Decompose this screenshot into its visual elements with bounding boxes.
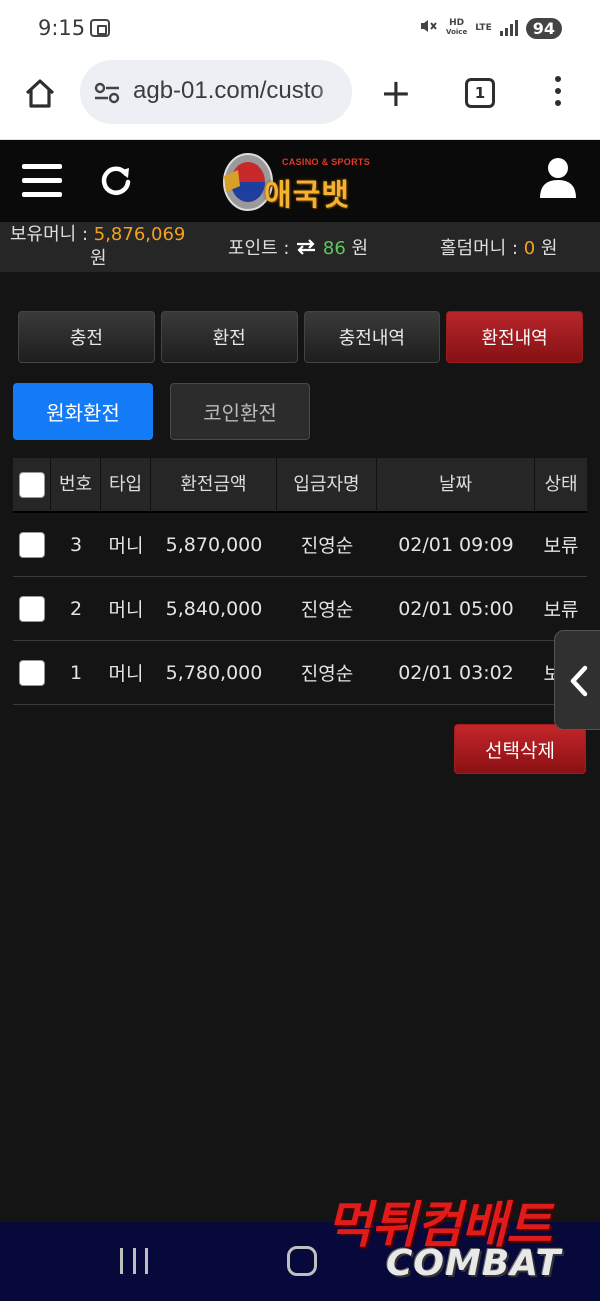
browser-toolbar: agb-01.com/custo + 1: [0, 58, 600, 140]
watermark-logo: 먹튀컴배트 COMBAT: [326, 1185, 596, 1295]
points: 포인트 : 86 원: [228, 234, 368, 260]
points-unit: 원: [345, 238, 369, 259]
table-row: 1 머니 5,780,000 진영순 02/01 03:02 보류: [13, 641, 587, 705]
points-value: 86: [322, 238, 346, 259]
held-money: 보유머니 : 5,876,069 원: [10, 222, 186, 269]
header-status: 상태: [544, 474, 578, 495]
url-fade: [312, 60, 352, 124]
new-tab-plus-icon[interactable]: +: [380, 74, 412, 112]
tab-exchange[interactable]: 환전: [160, 311, 298, 363]
hd-label: HD: [449, 18, 465, 28]
status-time: 9:15: [38, 16, 86, 40]
tab-charge-history[interactable]: 충전내역: [303, 311, 441, 363]
header-date: 날짜: [377, 457, 535, 512]
row-number: 1: [69, 661, 83, 684]
recent-apps-icon[interactable]: [120, 1248, 148, 1274]
held-money-unit: 원: [90, 248, 107, 269]
tab-switcher-button[interactable]: 1: [465, 78, 495, 108]
mute-icon: [418, 16, 438, 40]
logo-title: 애국뱃: [264, 178, 350, 213]
row-date: 02/01 09:09: [398, 533, 514, 556]
row-status: 보류: [543, 599, 579, 621]
table-row: 3 머니 5,870,000 진영순 02/01 09:09 보류: [13, 513, 587, 577]
tab-coin-exchange[interactable]: 코인환전: [170, 383, 310, 440]
held-money-value: 5,876,069: [93, 224, 186, 245]
row-amount: 5,840,000: [165, 597, 263, 620]
balance-bar: 보유머니 : 5,876,069 원 포인트 : 86 원 홀덤머니 : 0 원: [0, 222, 600, 272]
tab-exchange-history[interactable]: 환전내역: [446, 311, 583, 363]
site-logo[interactable]: CASINO & SPORTS 애국뱃: [216, 140, 376, 222]
row-depositor: 진영순: [300, 599, 354, 621]
tab-charge[interactable]: 충전: [18, 311, 155, 363]
delete-selected-button[interactable]: 선택삭제: [454, 724, 586, 774]
url-text: agb-01.com/custo: [133, 77, 324, 104]
row-amount: 5,870,000: [165, 533, 263, 556]
holdem-money: 홀덤머니 : 0 원: [440, 234, 558, 260]
row-type: 머니: [108, 599, 144, 621]
watermark-english: COMBAT: [386, 1243, 562, 1284]
signal-icon: [499, 20, 518, 36]
side-panel-toggle[interactable]: [554, 630, 600, 730]
holdem-money-value: 0: [523, 238, 536, 259]
row-checkbox[interactable]: [19, 531, 45, 558]
holdem-money-unit: 원: [535, 238, 558, 259]
row-checkbox-cell: [13, 595, 51, 622]
status-icons: HD Voice LTE 94: [418, 16, 562, 40]
convert-arrows-icon[interactable]: [295, 239, 317, 255]
nav-home-icon[interactable]: [287, 1246, 317, 1276]
screen-capture-icon: [90, 19, 110, 37]
exchange-history-table: 번호 타입 환전금액 입금자명 날짜 상태 3 머니 5,870,000 진영순…: [13, 457, 587, 705]
row-depositor: 진영순: [300, 663, 354, 685]
header-checkbox-cell: [13, 457, 51, 512]
header-depositor: 입금자명: [277, 457, 377, 512]
user-profile-icon[interactable]: [538, 156, 578, 200]
home-icon[interactable]: [22, 76, 58, 112]
lte-icon: LTE: [475, 22, 492, 33]
battery-icon: 94: [525, 17, 562, 39]
row-date: 02/01 05:00: [398, 597, 514, 620]
row-amount: 5,780,000: [165, 661, 263, 684]
header-number: 번호: [51, 457, 101, 512]
row-status: 보류: [543, 535, 579, 557]
voice-label: Voice: [446, 28, 468, 36]
row-type: 머니: [108, 663, 144, 685]
refresh-icon[interactable]: [98, 162, 134, 198]
row-checkbox-cell: [13, 659, 51, 686]
tab-won-exchange[interactable]: 원화환전: [13, 383, 153, 440]
more-menu-icon[interactable]: [555, 76, 563, 112]
points-label: 포인트 :: [228, 238, 296, 259]
url-bar[interactable]: agb-01.com/custo: [80, 60, 352, 124]
row-date: 02/01 03:02: [398, 661, 514, 684]
hd-voice-icon: HD Voice: [446, 19, 467, 37]
main-tabs: 충전 환전 충전내역 환전내역: [18, 311, 583, 363]
row-checkbox-cell: [13, 531, 51, 558]
hamburger-menu-icon[interactable]: [22, 164, 62, 198]
chevron-left-icon: [570, 665, 588, 697]
site-header: CASINO & SPORTS 애국뱃: [0, 140, 600, 222]
row-depositor: 진영순: [300, 535, 354, 557]
header-type: 타입: [101, 457, 151, 512]
site-settings-icon[interactable]: [94, 82, 120, 104]
row-number: 3: [69, 533, 83, 556]
header-amount: 환전금액: [151, 457, 277, 512]
row-checkbox[interactable]: [19, 595, 45, 622]
status-bar: 9:15 HD Voice LTE 94: [0, 0, 600, 58]
table-row: 2 머니 5,840,000 진영순 02/01 05:00 보류: [13, 577, 587, 641]
holdem-money-label: 홀덤머니 :: [440, 238, 524, 259]
select-all-checkbox[interactable]: [19, 472, 45, 498]
table-header: 번호 타입 환전금액 입금자명 날짜 상태: [13, 457, 587, 513]
row-type: 머니: [108, 535, 144, 557]
row-number: 2: [69, 597, 83, 620]
row-checkbox[interactable]: [19, 659, 45, 686]
held-money-label: 보유머니 :: [10, 224, 94, 245]
logo-subtitle: CASINO & SPORTS: [282, 157, 371, 167]
